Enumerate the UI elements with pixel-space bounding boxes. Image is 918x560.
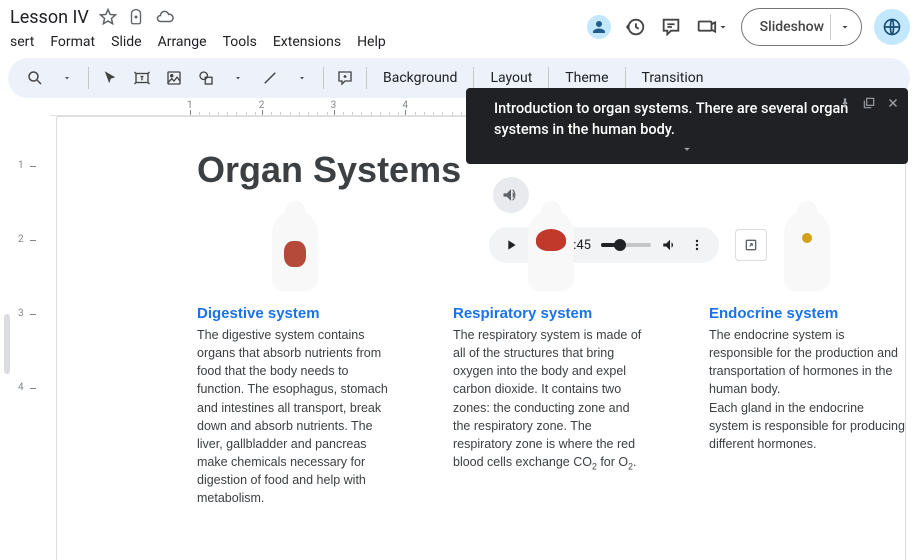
zoom-icon[interactable] (20, 64, 50, 92)
menu-arrange[interactable]: Arrange (158, 34, 207, 50)
toolbar-layout[interactable]: Layout (480, 70, 542, 86)
collaborator-badge (587, 15, 611, 39)
audio-seek-track[interactable] (601, 243, 651, 247)
column-heading: Respiratory system (453, 305, 649, 322)
column-heading: Endocrine system (709, 305, 905, 322)
column-body: The endocrine system is responsible for … (709, 326, 905, 453)
menu-slide[interactable]: Slide (111, 34, 141, 50)
history-icon[interactable] (623, 15, 647, 39)
anatomy-image (255, 211, 335, 299)
caption-text: Introduction to organ systems. There are… (494, 98, 868, 140)
menu-tools[interactable]: Tools (223, 34, 257, 50)
image-tool-icon[interactable] (159, 64, 189, 92)
shape-dropdown[interactable] (223, 64, 253, 92)
speaker-icon[interactable] (493, 177, 529, 213)
menu-insert[interactable]: sert (10, 34, 34, 50)
column-heading: Digestive system (197, 305, 393, 322)
present-icon[interactable] (695, 15, 729, 39)
line-dropdown[interactable] (287, 64, 317, 92)
toolbar-transition[interactable]: Transition (632, 70, 714, 86)
comment-tool-icon[interactable] (330, 64, 360, 92)
zoom-dropdown[interactable] (52, 64, 82, 92)
document-title[interactable]: Lesson IV (10, 7, 89, 28)
move-icon[interactable] (127, 8, 145, 26)
textbox-tool-icon[interactable] (127, 64, 157, 92)
cloud-icon[interactable] (155, 8, 175, 26)
content-column[interactable]: Digestive system The digestive system con… (197, 211, 393, 507)
toolbar-background[interactable]: Background (373, 70, 467, 86)
scrollbar[interactable] (4, 314, 10, 374)
line-tool-icon[interactable] (255, 64, 285, 92)
menu-format[interactable]: Format (50, 34, 95, 50)
anatomy-image (767, 211, 847, 299)
slide-canvas[interactable]: Organ Systems 0:17 / 0:45 Digestive syst… (56, 116, 906, 560)
column-body: The digestive system contains organs tha… (197, 326, 393, 507)
menu-extensions[interactable]: Extensions (273, 34, 341, 50)
shape-tool-icon[interactable] (191, 64, 221, 92)
share-globe-icon[interactable] (874, 9, 910, 45)
vertical-ruler: 1234 (12, 166, 36, 560)
slideshow-button[interactable]: Slideshow (741, 8, 862, 46)
star-icon[interactable] (99, 8, 117, 26)
column-body: The respiratory system is made of all of… (453, 326, 649, 473)
caption-panel: Introduction to organ systems. There are… (466, 88, 908, 164)
menu-help[interactable]: Help (357, 34, 386, 50)
volume-icon[interactable] (661, 236, 679, 254)
more-icon[interactable] (689, 237, 705, 253)
select-tool-icon[interactable] (95, 64, 125, 92)
anatomy-image (511, 211, 591, 299)
close-icon[interactable] (886, 96, 900, 114)
chevron-down-icon[interactable] (678, 141, 696, 160)
pin-icon[interactable] (838, 96, 852, 114)
comment-icon[interactable] (659, 15, 683, 39)
toolbar-theme[interactable]: Theme (555, 70, 618, 86)
slideshow-dropdown[interactable] (830, 14, 859, 40)
popout-icon[interactable] (862, 96, 876, 114)
open-external-icon[interactable] (735, 229, 767, 261)
